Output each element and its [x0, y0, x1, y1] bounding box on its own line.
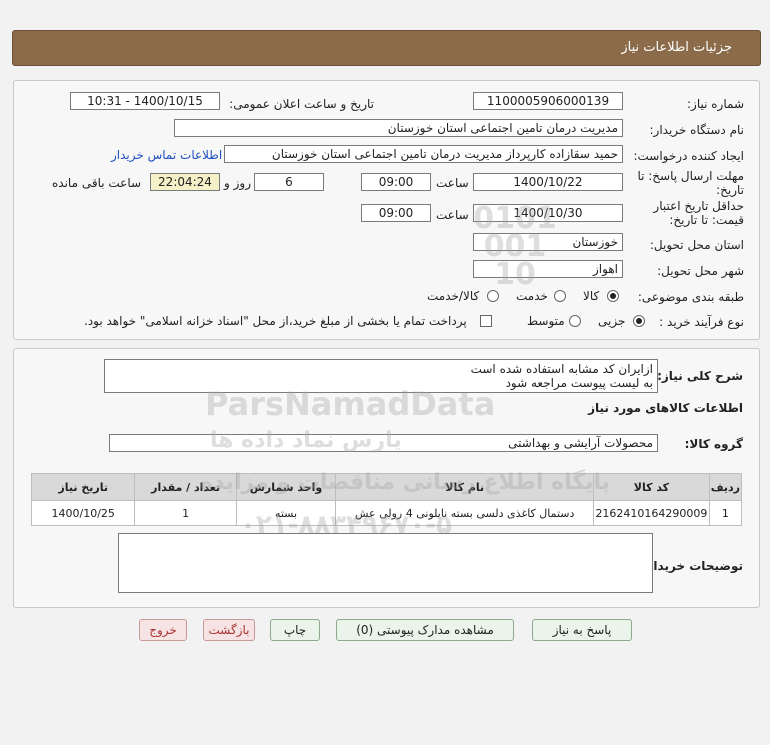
validity-label-line1: حداقل تاریخ اعتبار	[653, 199, 744, 213]
description-line-2: به لیست پیوست مراجعه شود	[505, 376, 653, 390]
attachments-button[interactable]: مشاهده مدارک پیوستی (0)	[336, 619, 514, 641]
validity-label-line2: قیمت: تا تاریخ:	[669, 213, 744, 227]
category-radio-goods-service[interactable]	[487, 290, 499, 302]
category-label: طبقه بندی موضوعی:	[637, 290, 744, 304]
col-unit: واحد شمارش	[235, 473, 337, 501]
table-row: 1 2162410164290009 دستمال کاغذی دلسی بست…	[30, 500, 743, 526]
days-field: 6	[254, 173, 324, 191]
category-option-goods-service: کالا/خدمت	[427, 289, 480, 303]
goods-table-header: ردیف کد کالا نام کالا واحد شمارش تعداد /…	[30, 473, 743, 501]
purchase-radio-minor[interactable]	[633, 315, 645, 327]
city-field: اهواز	[473, 260, 623, 278]
exit-button[interactable]: خروج	[139, 619, 187, 641]
description-label: شرح کلی نیاز:	[657, 369, 743, 383]
cell-name: دستمال کاغذی دلسی بسته نایلونی 4 رولی عش	[335, 500, 595, 526]
deadline-label-line2: تاریخ:	[716, 183, 744, 197]
deadline-label: مهلت ارسال پاسخ: تا تاریخ:	[637, 169, 744, 197]
category-option-service: خدمت	[516, 289, 548, 303]
need-details-panel: شرح کلی نیاز: ازایران کد مشابه استفاده ش…	[13, 348, 760, 608]
province-label: استان محل تحویل:	[649, 238, 744, 252]
deadline-date-field: 1400/10/22	[473, 173, 623, 191]
deadline-label-line1: مهلت ارسال پاسخ: تا	[637, 169, 744, 183]
description-field: ازایران کد مشابه استفاده شده است به لیست…	[104, 359, 658, 393]
buyer-org-field: مدیریت درمان تامین اجتماعی استان خوزستان	[174, 119, 623, 137]
print-button[interactable]: چاپ	[270, 619, 320, 641]
purchase-option-medium: متوسط	[527, 314, 565, 328]
col-row: ردیف	[708, 473, 743, 501]
goods-table: ردیف کد کالا نام کالا واحد شمارش تعداد /…	[30, 473, 743, 526]
cell-unit: بسته	[235, 500, 337, 526]
validity-time-label: ساعت	[436, 208, 469, 222]
description-line-1: ازایران کد مشابه استفاده شده است	[470, 362, 653, 376]
creator-label: ایجاد کننده درخواست:	[633, 149, 744, 163]
goods-section-title: اطلاعات کالاهای مورد نیاز	[588, 401, 743, 415]
reply-button[interactable]: پاسخ به نیاز	[532, 619, 632, 641]
goods-group-label: گروه کالا:	[684, 437, 743, 451]
buyer-org-label: نام دستگاه خریدار:	[649, 123, 745, 137]
buyer-notes-field	[118, 533, 653, 593]
remaining-label: ساعت باقی مانده	[52, 176, 142, 190]
cell-row: 1	[708, 500, 743, 526]
need-number-label: شماره نیاز:	[687, 97, 744, 111]
announce-label: تاریخ و ساعت اعلان عمومی:	[229, 97, 374, 111]
city-label: شهر محل تحویل:	[657, 264, 744, 278]
validity-date-field: 1400/10/30	[473, 204, 623, 222]
page-title: جزئیات اطلاعات نیاز	[621, 40, 732, 55]
purchase-type-label: نوع فرآیند خرید :	[659, 315, 744, 329]
deadline-time-label: ساعت	[436, 176, 469, 190]
creator-field: حمید سقازاده کارپرداز مدیریت درمان تامین…	[224, 145, 623, 163]
validity-time-field: 09:00	[361, 204, 431, 222]
col-code: کد کالا	[593, 473, 710, 501]
buyer-notes-label: توضیحات خریدار:	[641, 559, 743, 573]
province-field: خوزستان	[473, 233, 623, 251]
category-radio-goods[interactable]	[607, 290, 619, 302]
treasury-payment-checkbox[interactable]	[480, 315, 492, 327]
need-number-field: 1100005906000139	[473, 92, 623, 110]
remaining-time-field: 22:04:24	[150, 173, 220, 191]
back-button[interactable]: بازگشت	[203, 619, 255, 641]
days-label: روز و	[224, 176, 251, 190]
category-option-goods: کالا	[583, 289, 600, 303]
announce-field: 1400/10/15 - 10:31	[70, 92, 220, 110]
col-qty: تعداد / مقدار	[134, 473, 237, 501]
purchase-radio-medium[interactable]	[569, 315, 581, 327]
need-info-panel: شماره نیاز: 1100005906000139 تاریخ و ساع…	[13, 80, 760, 340]
cell-code: 2162410164290009	[593, 500, 710, 526]
purchase-option-minor: جزیی	[598, 314, 626, 328]
contact-buyer-link[interactable]: اطلاعات تماس خریدار	[111, 148, 222, 162]
validity-label: حداقل تاریخ اعتبار قیمت: تا تاریخ:	[653, 199, 744, 227]
treasury-payment-note: پرداخت تمام یا بخشی از مبلغ خرید،از محل …	[84, 314, 467, 328]
goods-group-field: محصولات آرایشی و بهداشتی	[109, 434, 658, 452]
page-header: جزئیات اطلاعات نیاز	[12, 30, 761, 66]
deadline-time-field: 09:00	[361, 173, 431, 191]
col-name: نام کالا	[335, 473, 595, 501]
cell-date: 1400/10/25	[30, 500, 136, 526]
col-date: تاریخ نیاز	[30, 473, 136, 501]
category-radio-service[interactable]	[554, 290, 566, 302]
cell-qty: 1	[134, 500, 237, 526]
